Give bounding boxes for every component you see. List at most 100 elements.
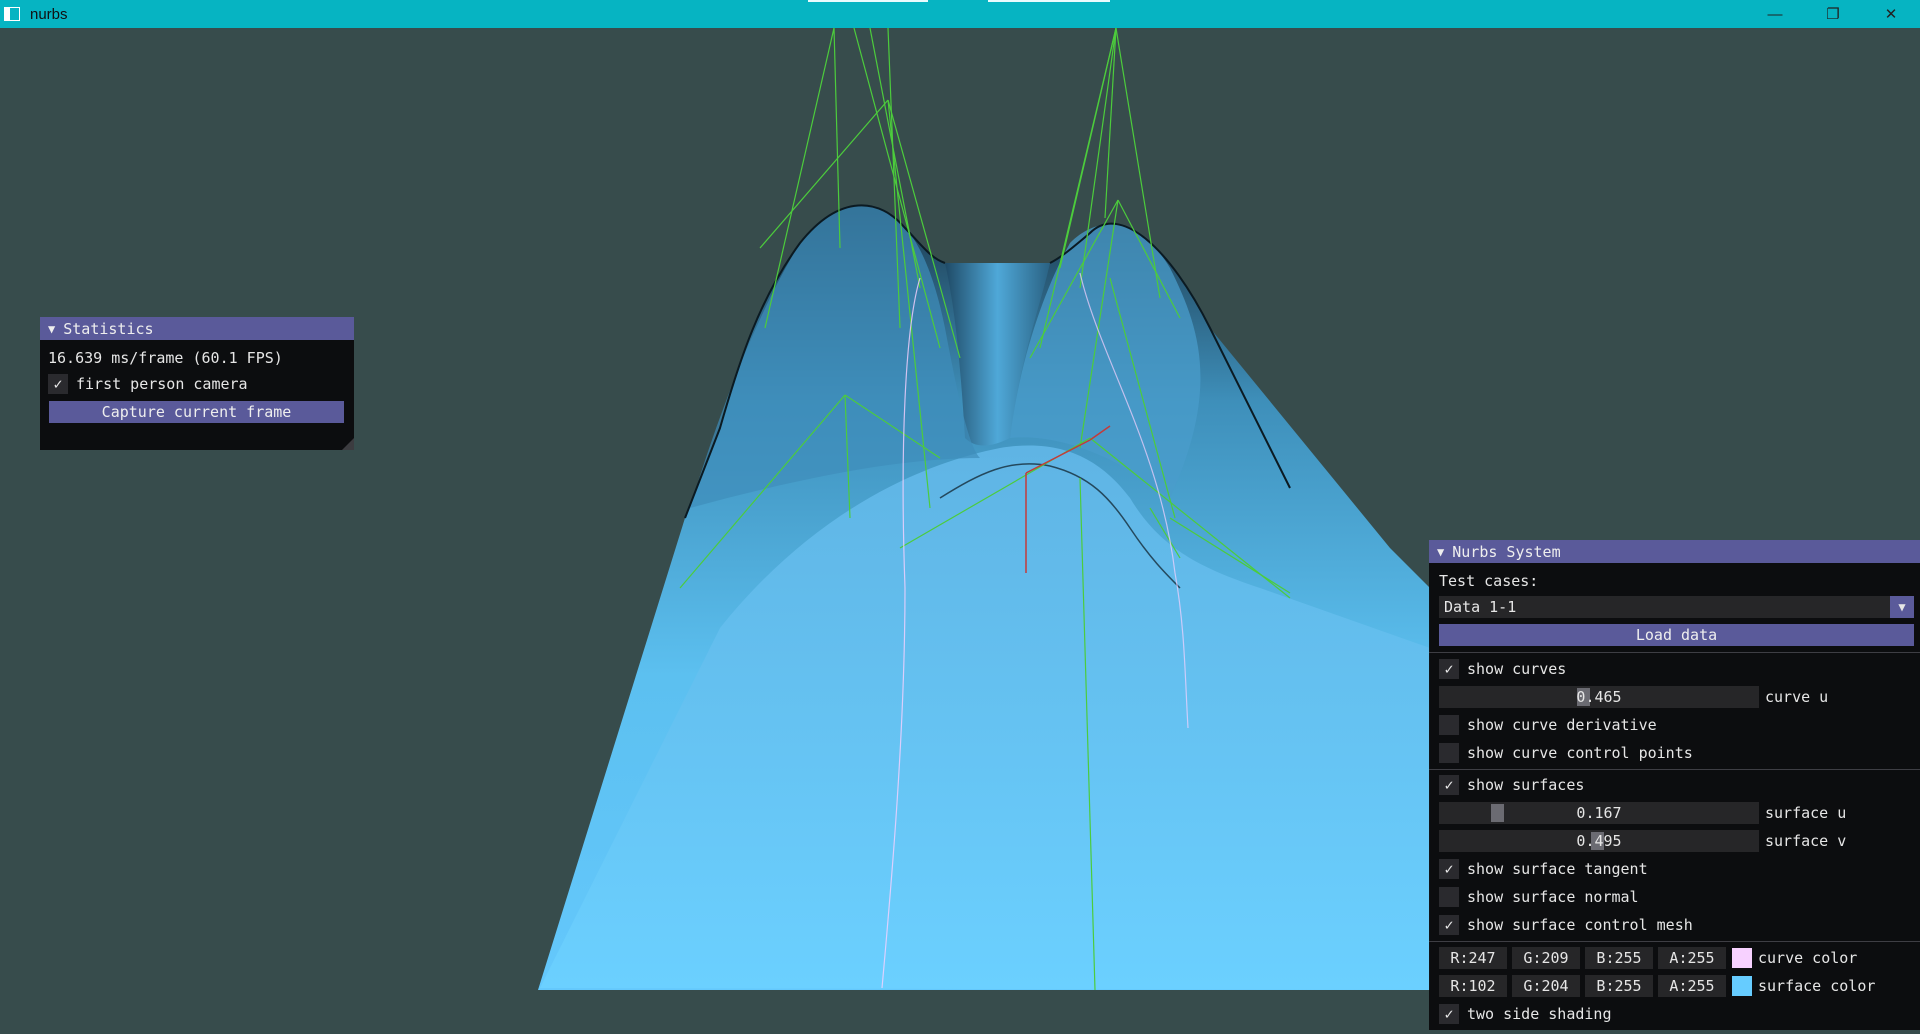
show-surface-tangent-label: show surface tangent [1467,860,1648,878]
show-surfaces-row[interactable]: ✓ show surfaces [1429,773,1920,797]
surface-v-value: 0.495 [1576,832,1622,850]
resize-grip[interactable] [342,438,354,450]
separator [1429,769,1920,770]
show-curve-derivative-checkbox[interactable] [1439,715,1459,735]
statistics-window[interactable]: ▼ Statistics 16.639 ms/frame (60.1 FPS) … [40,317,354,450]
show-curves-label: show curves [1467,660,1567,678]
curve-u-slider[interactable]: 0.465 [1439,686,1759,708]
show-surface-normal-label: show surface normal [1467,888,1639,906]
load-data-label: Load data [1635,626,1718,644]
curve-color-row: R:247 G:209 B:255 A:255 curve color [1429,946,1920,970]
show-curves-checkbox[interactable]: ✓ [1439,659,1459,679]
surface-u-label: surface u [1765,804,1847,822]
first-person-row[interactable]: ✓ first person camera [40,372,354,396]
titlebar-highlight [808,0,928,2]
show-curve-derivative-label: show curve derivative [1467,716,1657,734]
curve-color-label: curve color [1758,949,1858,967]
channel-value: R:247 [1450,949,1496,967]
chevron-down-icon[interactable]: ▼ [1890,596,1914,618]
separator [1429,941,1920,942]
test-cases-row: Test cases: [1429,569,1920,593]
curve-color-a[interactable]: A:255 [1658,947,1726,969]
test-case-select[interactable]: Data 1-1 ▼ [1439,596,1914,618]
check-icon: ✓ [1444,660,1454,678]
collapse-arrow-icon[interactable]: ▼ [48,322,55,336]
nurbs-system-window[interactable]: ▼ Nurbs System Test cases: Data 1-1 ▼ Lo… [1429,540,1920,1030]
curve-color-r[interactable]: R:247 [1439,947,1507,969]
window-title: nurbs [30,5,68,23]
load-data-button[interactable]: Load data [1439,624,1914,646]
surface-color-row: R:102 G:204 B:255 A:255 surface color [1429,974,1920,998]
first-person-checkbox[interactable]: ✓ [48,374,68,394]
curve-color-g[interactable]: G:209 [1512,947,1580,969]
curve-u-row: 0.465 curve u [1429,685,1920,709]
show-surfaces-label: show surfaces [1467,776,1585,794]
channel-value: G:204 [1523,977,1569,995]
surface-v-slider[interactable]: 0.495 [1439,830,1759,852]
surface-v-label: surface v [1765,832,1847,850]
check-icon: ✓ [1444,776,1454,794]
surface-u-row: 0.167 surface u [1429,801,1920,825]
channel-value: G:209 [1523,949,1569,967]
collapse-arrow-icon[interactable]: ▼ [1437,545,1444,559]
channel-value: R:102 [1450,977,1496,995]
curve-color-swatch[interactable] [1732,948,1752,968]
show-curves-row[interactable]: ✓ show curves [1429,657,1920,681]
capture-frame-button[interactable]: Capture current frame [49,401,344,423]
surface-color-label: surface color [1758,977,1876,995]
titlebar-highlight [988,0,1110,2]
frame-time-row: 16.639 ms/frame (60.1 FPS) [40,346,354,370]
surface-u-slider[interactable]: 0.167 [1439,802,1759,824]
surface-color-a[interactable]: A:255 [1658,975,1726,997]
surface-color-swatch[interactable] [1732,976,1752,996]
show-surfaces-checkbox[interactable]: ✓ [1439,775,1459,795]
show-curve-derivative-row[interactable]: show curve derivative [1429,713,1920,737]
surface-color-r[interactable]: R:102 [1439,975,1507,997]
check-icon: ✓ [1444,916,1454,934]
curve-u-value: 0.465 [1576,688,1622,706]
curve-u-label: curve u [1765,688,1829,706]
restore-icon: ❐ [1826,6,1840,23]
show-surface-control-mesh-label: show surface control mesh [1467,916,1693,934]
capture-frame-label: Capture current frame [101,403,292,421]
close-button[interactable]: ✕ [1862,0,1920,28]
two-side-shading-checkbox[interactable]: ✓ [1439,1004,1459,1024]
channel-value: B:255 [1596,977,1642,995]
window-titlebar: nurbs — ❐ ✕ [0,0,1920,28]
maximize-button[interactable]: ❐ [1804,0,1862,28]
two-side-shading-row[interactable]: ✓ two side shading [1429,1002,1920,1026]
separator [1429,652,1920,653]
channel-value: A:255 [1669,977,1715,995]
app-icon [4,7,20,21]
show-surface-control-mesh-row[interactable]: ✓ show surface control mesh [1429,913,1920,937]
slider-grab[interactable] [1491,804,1504,822]
channel-value: A:255 [1669,949,1715,967]
show-surface-control-mesh-checkbox[interactable]: ✓ [1439,915,1459,935]
show-surface-tangent-row[interactable]: ✓ show surface tangent [1429,857,1920,881]
show-surface-tangent-checkbox[interactable]: ✓ [1439,859,1459,879]
minimize-icon: — [1767,5,1783,23]
check-icon: ✓ [53,375,63,393]
surface-u-value: 0.167 [1576,804,1622,822]
curve-color-b[interactable]: B:255 [1585,947,1653,969]
show-surface-normal-checkbox[interactable] [1439,887,1459,907]
show-surface-normal-row[interactable]: show surface normal [1429,885,1920,909]
nurbs-titlebar[interactable]: ▼ Nurbs System [1429,540,1920,563]
show-curve-control-points-label: show curve control points [1467,744,1693,762]
surface-color-b[interactable]: B:255 [1585,975,1653,997]
statistics-titlebar[interactable]: ▼ Statistics [40,317,354,340]
show-curve-control-points-row[interactable]: show curve control points [1429,741,1920,765]
two-side-shading-label: two side shading [1467,1005,1612,1023]
check-icon: ✓ [1444,860,1454,878]
surface-v-row: 0.495 surface v [1429,829,1920,853]
frame-time-text: 16.639 ms/frame (60.1 FPS) [48,349,283,367]
statistics-title: Statistics [63,319,154,338]
close-icon: ✕ [1884,6,1898,23]
show-curve-control-points-checkbox[interactable] [1439,743,1459,763]
check-icon: ✓ [1444,1005,1454,1023]
surface-color-g[interactable]: G:204 [1512,975,1580,997]
nurbs-title: Nurbs System [1452,542,1561,561]
first-person-label: first person camera [76,375,248,393]
test-case-value: Data 1-1 [1444,598,1517,616]
minimize-button[interactable]: — [1746,0,1804,28]
